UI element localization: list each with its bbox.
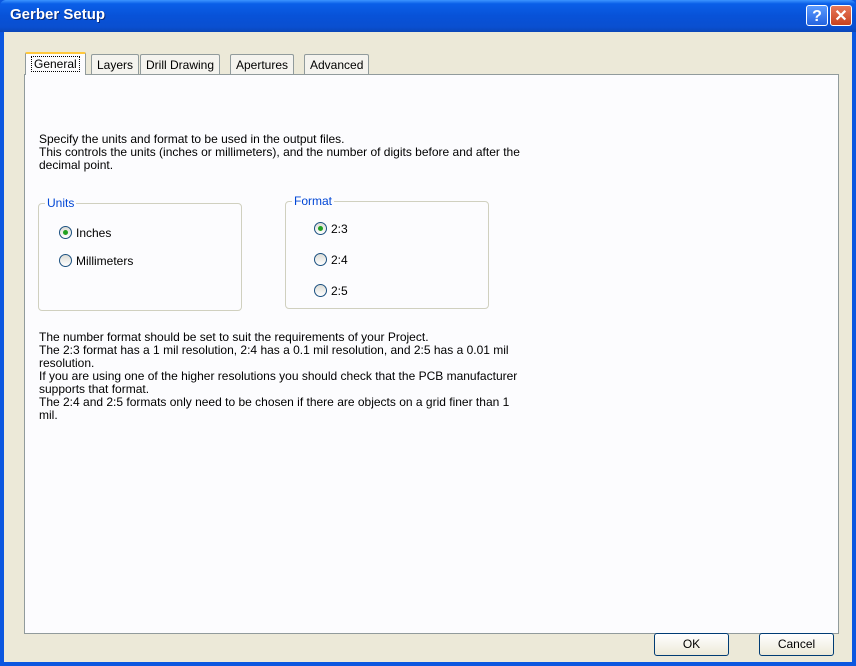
- dialog-client-area: General Layers Drill Drawing Apertures A…: [4, 32, 852, 662]
- intro-text: Specify the units and format to be used …: [39, 132, 520, 172]
- units-group-label: Units: [45, 196, 77, 210]
- format-notes-text: The number format should be set to suit …: [39, 330, 518, 422]
- radio-inches-circle[interactable]: [59, 226, 72, 239]
- tab-advanced[interactable]: Advanced: [304, 54, 370, 74]
- close-button[interactable]: ✕: [830, 5, 852, 26]
- units-group: Units Inches Millimeters: [38, 196, 242, 311]
- radio-format-2-4-circle[interactable]: [314, 253, 327, 266]
- radio-format-2-3-label: 2:3: [331, 222, 348, 236]
- title-bar[interactable]: Gerber Setup ? ✕: [0, 0, 856, 32]
- radio-format-2-5-label: 2:5: [331, 284, 348, 298]
- radio-inches-label: Inches: [76, 226, 112, 240]
- window-title: Gerber Setup: [10, 6, 106, 23]
- help-button[interactable]: ?: [806, 5, 828, 26]
- gerber-setup-window: Gerber Setup ? ✕ General Layers Drill Dr…: [0, 0, 856, 666]
- tab-drill-drawing[interactable]: Drill Drawing: [140, 54, 221, 74]
- radio-format-2-4-label: 2:4: [331, 253, 348, 267]
- radio-millimeters-circle[interactable]: [59, 254, 72, 267]
- ok-button[interactable]: OK: [654, 633, 729, 656]
- tab-apertures[interactable]: Apertures: [230, 54, 295, 74]
- cancel-button[interactable]: Cancel: [759, 633, 834, 656]
- tab-layers[interactable]: Layers: [91, 54, 140, 74]
- general-tab-panel: Specify the units and format to be used …: [24, 74, 839, 634]
- format-group: Format 2:3 2:4 2:5: [285, 194, 489, 309]
- radio-format-2-3-circle[interactable]: [314, 222, 327, 235]
- radio-format-2-5-circle[interactable]: [314, 284, 327, 297]
- radio-millimeters-label: Millimeters: [76, 254, 134, 268]
- format-group-label: Format: [292, 194, 335, 208]
- tab-general[interactable]: General: [25, 52, 86, 75]
